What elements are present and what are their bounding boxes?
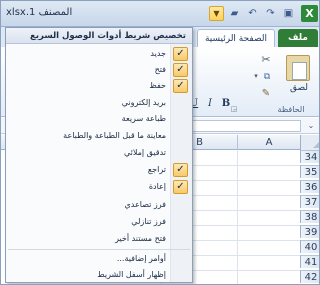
italic-button[interactable]: I [204, 97, 216, 111]
menu-item-label: فرز تصاعدي [124, 200, 166, 209]
menu-item-sort-ascending[interactable]: فرز تصاعدي [6, 197, 192, 213]
menu-item-quick-print[interactable]: طباعة سريعة [6, 111, 192, 127]
check-icon: ✓ [173, 180, 188, 194]
paste-button-label[interactable]: لصق [284, 83, 314, 93]
row-header[interactable]: 34 [300, 150, 319, 163]
select-all-corner[interactable] [300, 135, 319, 150]
cut-icon[interactable]: ✂ [259, 53, 273, 67]
menu-item-undo[interactable]: ✓ تراجع [6, 162, 192, 178]
excel-window: المصنف 1.xlsx ▼ ▰ ↶ ↷ ▣ X ملف الصفحة الر… [0, 0, 320, 285]
check-icon: ✓ [173, 63, 188, 77]
menu-separator [8, 249, 190, 250]
check-icon: ✓ [173, 47, 188, 61]
menu-item-label: فتح [154, 65, 166, 74]
menu-item-label: فتح مستند أخير [115, 234, 166, 243]
copy-dropdown-icon[interactable]: ▾ [253, 72, 259, 80]
row-header[interactable]: 35 [300, 165, 319, 178]
row-header[interactable]: 36 [300, 180, 319, 193]
menu-item-label: تراجع [147, 165, 166, 174]
font-dialog-launcher-icon[interactable]: ◲ [229, 105, 239, 113]
menu-item-label: إظهار أسفل الشريط [97, 270, 166, 279]
save-icon[interactable]: ▣ [281, 6, 296, 21]
menu-item-redo[interactable]: ✓ إعادة [6, 179, 192, 195]
excel-logo-icon[interactable]: X [301, 5, 318, 22]
menu-item-label: بريد إلكتروني [121, 98, 166, 107]
clipboard-group-label: الحافظة [277, 105, 305, 114]
menu-item-label: جديد [150, 49, 166, 58]
menu-item-sort-descending[interactable]: فرز تنازلي [6, 214, 192, 230]
menu-title: تخصيص شريط أدوات الوصول السريع [6, 28, 192, 44]
row-header[interactable]: 42 [300, 270, 319, 283]
redo-icon[interactable]: ↷ [263, 6, 278, 21]
menu-item-print-preview[interactable]: معاينة ما قبل الطباعة والطباعة [6, 128, 192, 144]
menu-item-new[interactable]: ✓ جديد [6, 46, 192, 62]
menu-item-label: معاينة ما قبل الطباعة والطباعة [63, 131, 166, 140]
folder-open-icon[interactable]: ▰ [227, 6, 242, 21]
row-header[interactable]: 41 [300, 255, 319, 268]
menu-item-email[interactable]: بريد إلكتروني [6, 95, 192, 111]
menu-item-label: حفظ [149, 81, 166, 90]
copy-icon[interactable]: ⧉ [259, 71, 275, 83]
formula-expand-icon[interactable]: ⌄ [305, 120, 317, 132]
tab-home[interactable]: الصفحة الرئيسية [197, 29, 275, 47]
menu-item-label: إعادة [148, 182, 166, 191]
column-header[interactable]: A [237, 135, 300, 150]
menu-item-save[interactable]: ✓ حفظ [6, 78, 192, 94]
row-header[interactable]: 37 [300, 195, 319, 208]
customize-qat-menu: تخصيص شريط أدوات الوصول السريع ✓ جديد ✓ … [5, 27, 193, 283]
check-icon: ✓ [173, 79, 188, 93]
window-title: المصنف 1.xlsx [6, 7, 73, 18]
menu-item-label: طباعة سريعة [121, 114, 166, 123]
row-header[interactable]: 39 [300, 225, 319, 238]
format-painter-icon[interactable]: ✎ [259, 87, 273, 101]
menu-item-recent-file[interactable]: فتح مستند أخير [6, 231, 192, 247]
check-icon: ✓ [173, 163, 188, 177]
undo-icon[interactable]: ↶ [245, 6, 260, 21]
menu-item-show-below-ribbon[interactable]: إظهار أسفل الشريط [6, 267, 192, 283]
title-bar: المصنف 1.xlsx ▼ ▰ ↶ ↷ ▣ X [1, 1, 319, 27]
menu-item-label: فرز تنازلي [131, 217, 166, 226]
menu-item-label: تدقيق إملائي [123, 148, 166, 157]
tab-file[interactable]: ملف [278, 29, 318, 47]
row-header[interactable]: 40 [300, 240, 319, 253]
paste-icon[interactable] [286, 55, 310, 81]
menu-item-more-commands[interactable]: أوامر إضافية... [6, 251, 192, 267]
menu-item-spelling[interactable]: تدقيق إملائي [6, 145, 192, 161]
row-header[interactable]: 38 [300, 210, 319, 223]
grid-line [237, 150, 238, 284]
menu-item-open[interactable]: ✓ فتح [6, 62, 192, 78]
qat-dropdown-icon[interactable]: ▼ [209, 6, 224, 21]
menu-item-label: أوامر إضافية... [116, 254, 166, 263]
